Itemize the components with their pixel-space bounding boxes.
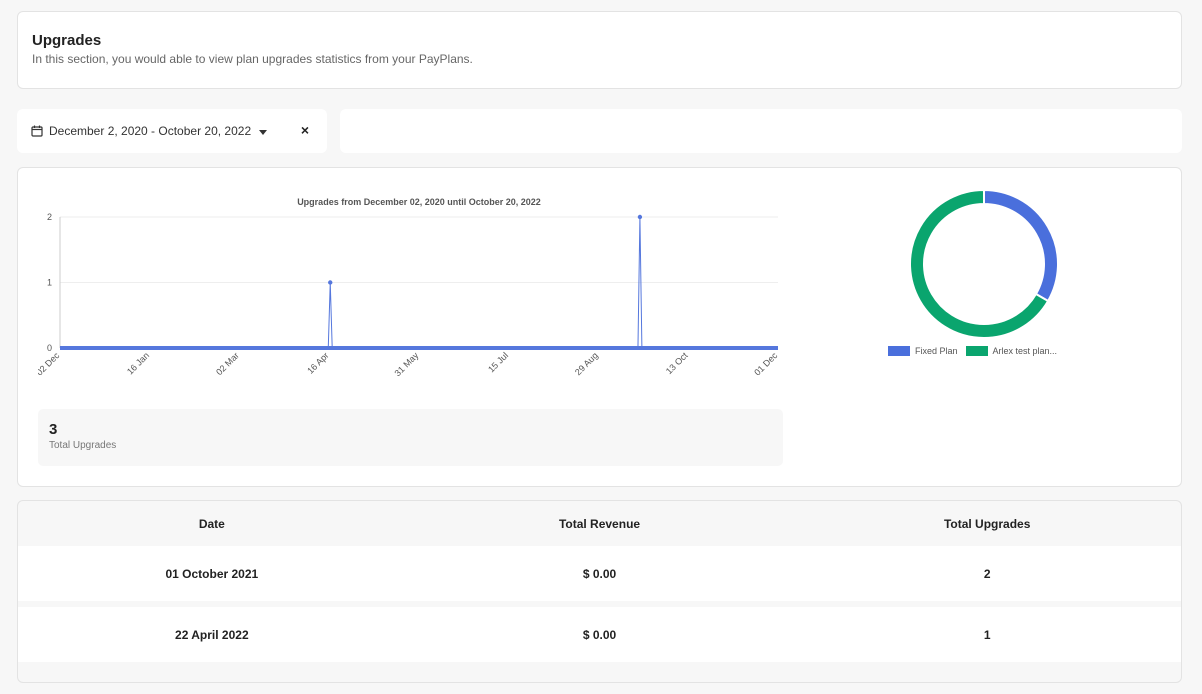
table-cell-revenue: $ 0.00 [582, 566, 617, 581]
chart-card: Upgrades from December 02, 2020 until Oc… [17, 167, 1182, 487]
total-upgrades-value: 3 [49, 421, 58, 438]
x-tick-label: 15 Jul [486, 350, 510, 374]
x-tick-label: 13 Oct [664, 350, 690, 376]
plan-donut-chart [909, 188, 1059, 339]
legend-item[interactable]: Fixed Plan [888, 346, 958, 356]
total-upgrades-label: Total Upgrades [49, 440, 117, 451]
legend-item[interactable]: Arlex test plan... [965, 346, 1058, 356]
calendar-icon [31, 125, 43, 137]
page-title: Upgrades [32, 32, 102, 49]
table-cell-date: 01 October 2021 [165, 566, 259, 581]
column-header-date: Date [198, 516, 225, 531]
x-tick-label: 31 May [392, 350, 420, 378]
legend-label: Fixed Plan [915, 346, 958, 356]
upgrades-line-chart: Upgrades from December 02, 2020 until Oc… [38, 197, 780, 378]
x-tick-label: 01 Dec [752, 350, 780, 378]
legend-swatch [888, 346, 910, 356]
y-tick-label: 1 [47, 278, 52, 288]
donut-legend: Fixed Plan Arlex test plan... [888, 346, 1065, 356]
table-header-row: Date Total Revenue Total Upgrades [18, 501, 1181, 546]
legend-swatch [965, 346, 988, 356]
x-tick-label: 02 Dec [38, 350, 62, 378]
x-tick-label: 29 Aug [573, 350, 600, 377]
y-tick-label: 0 [47, 343, 52, 353]
table-cell-upgrades: 2 [983, 566, 991, 581]
date-range-label[interactable]: December 2, 2020 - October 20, 2022 [49, 124, 251, 138]
column-header-revenue: Total Revenue [558, 516, 641, 531]
table-cell-date: 22 April 2022 [175, 627, 249, 642]
date-range-picker[interactable]: December 2, 2020 - October 20, 2022 × [17, 109, 327, 153]
chart-title: Upgrades from December 02, 2020 until Oc… [297, 197, 541, 207]
filter-panel [340, 109, 1182, 153]
total-upgrades-summary: 3 Total Upgrades [38, 409, 783, 466]
page-subtitle: In this section, you would able to view … [32, 52, 473, 66]
column-header-upgrades: Total Upgrades [943, 516, 1031, 531]
x-tick-label: 16 Apr [305, 350, 330, 375]
upgrades-table: Date Total Revenue Total Upgrades 01 Oct… [17, 500, 1182, 683]
data-point [328, 280, 333, 285]
table-cell-revenue: $ 0.00 [582, 627, 617, 642]
legend-label: Arlex test plan... [992, 346, 1058, 356]
donut-slice [983, 188, 1059, 303]
data-point [637, 214, 643, 220]
clear-date-button[interactable]: × [301, 122, 309, 138]
chevron-down-icon[interactable] [259, 129, 268, 135]
x-tick-label: 02 Mar [214, 350, 241, 377]
table-row: 01 October 2021 $ 0.00 2 [18, 546, 1181, 601]
x-tick-label: 16 Jan [125, 350, 151, 376]
table-cell-upgrades: 1 [983, 627, 991, 642]
header-card: Upgrades In this section, you would able… [17, 11, 1182, 89]
table-row: 22 April 2022 $ 0.00 1 [18, 607, 1181, 662]
y-tick-label: 2 [47, 212, 52, 222]
